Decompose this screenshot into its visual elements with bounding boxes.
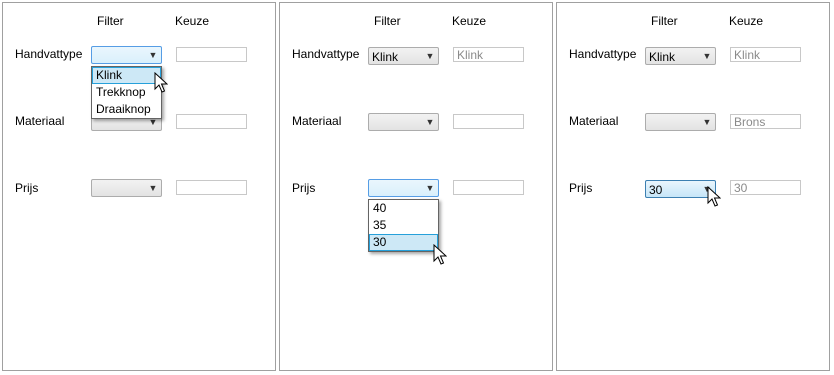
handvattype-keuze-field[interactable]: Klink bbox=[453, 47, 524, 62]
handvattype-keuze-field[interactable]: Klink bbox=[730, 47, 801, 62]
keuze-header: Keuze bbox=[175, 14, 210, 28]
materiaal-label: Materiaal bbox=[569, 114, 619, 128]
chevron-down-icon[interactable]: ▼ bbox=[424, 48, 436, 64]
materiaal-keuze-value: Brons bbox=[734, 115, 766, 129]
mouse-pointer-icon bbox=[707, 186, 721, 207]
materiaal-label: Materiaal bbox=[292, 114, 342, 128]
filter-header: Filter bbox=[374, 14, 401, 28]
panel-prijs-open: Filter Keuze Handvattype Materiaal Prijs… bbox=[279, 2, 553, 371]
handvattype-combo[interactable]: ▼ bbox=[91, 46, 162, 64]
prijs-keuze-field[interactable]: 30 bbox=[730, 180, 801, 195]
materiaal-label: Materiaal bbox=[15, 114, 65, 128]
prijs-keuze-value: 30 bbox=[734, 181, 748, 195]
prijs-dropdown-list: 40 35 30 bbox=[368, 199, 439, 252]
handvattype-combo[interactable]: Klink ▼ bbox=[645, 47, 716, 65]
materiaal-keuze-field[interactable] bbox=[176, 114, 247, 129]
keuze-header: Keuze bbox=[452, 14, 487, 28]
panel-selection-done: Filter Keuze Handvattype Materiaal Prijs… bbox=[556, 2, 830, 371]
materiaal-keuze-field[interactable]: Brons bbox=[730, 114, 801, 129]
materiaal-combo[interactable]: ▼ bbox=[368, 113, 439, 131]
handvattype-keuze-value: Klink bbox=[734, 48, 761, 62]
dropdown-option[interactable]: Draaiknop bbox=[92, 101, 161, 118]
prijs-keuze-field[interactable] bbox=[176, 180, 247, 195]
handvattype-label: Handvattype bbox=[292, 47, 360, 61]
chevron-down-icon[interactable]: ▼ bbox=[147, 47, 159, 63]
prijs-combo[interactable]: 30 ▼ bbox=[645, 180, 716, 198]
handvattype-combo-value: Klink bbox=[372, 50, 399, 64]
mouse-pointer-icon bbox=[433, 244, 447, 265]
chevron-down-icon[interactable]: ▼ bbox=[701, 48, 713, 64]
prijs-combo[interactable]: ▼ bbox=[368, 179, 439, 197]
dropdown-option[interactable]: Trekknop bbox=[92, 84, 161, 101]
dropdown-option[interactable]: 35 bbox=[369, 217, 438, 234]
dropdown-option[interactable]: 30 bbox=[369, 234, 438, 251]
chevron-down-icon[interactable]: ▼ bbox=[147, 180, 159, 196]
handvattype-combo[interactable]: Klink ▼ bbox=[368, 47, 439, 65]
keuze-header: Keuze bbox=[729, 14, 764, 28]
materiaal-combo[interactable]: ▼ bbox=[645, 113, 716, 131]
filter-header: Filter bbox=[97, 14, 124, 28]
panel-handvattype-open: Filter Keuze Handvattype Materiaal Prijs… bbox=[2, 2, 276, 371]
mouse-pointer-icon bbox=[154, 72, 168, 93]
chevron-down-icon[interactable]: ▼ bbox=[424, 180, 436, 196]
prijs-label: Prijs bbox=[292, 181, 316, 195]
handvattype-label: Handvattype bbox=[569, 47, 637, 61]
chevron-down-icon[interactable]: ▼ bbox=[424, 114, 436, 130]
chevron-down-icon[interactable]: ▼ bbox=[701, 114, 713, 130]
filter-header: Filter bbox=[651, 14, 678, 28]
handvattype-keuze-field[interactable] bbox=[176, 47, 247, 62]
prijs-label: Prijs bbox=[569, 181, 593, 195]
handvattype-dropdown-list: Klink Trekknop Draaiknop bbox=[91, 66, 162, 119]
handvattype-combo-value: Klink bbox=[649, 50, 676, 64]
dropdown-option[interactable]: Klink bbox=[92, 67, 161, 84]
handvattype-keuze-value: Klink bbox=[457, 48, 484, 62]
prijs-combo-value: 30 bbox=[649, 183, 663, 197]
dropdown-option[interactable]: 40 bbox=[369, 200, 438, 217]
prijs-keuze-field[interactable] bbox=[453, 180, 524, 195]
materiaal-keuze-field[interactable] bbox=[453, 114, 524, 129]
prijs-label: Prijs bbox=[15, 181, 39, 195]
handvattype-label: Handvattype bbox=[15, 47, 83, 61]
prijs-combo[interactable]: ▼ bbox=[91, 179, 162, 197]
